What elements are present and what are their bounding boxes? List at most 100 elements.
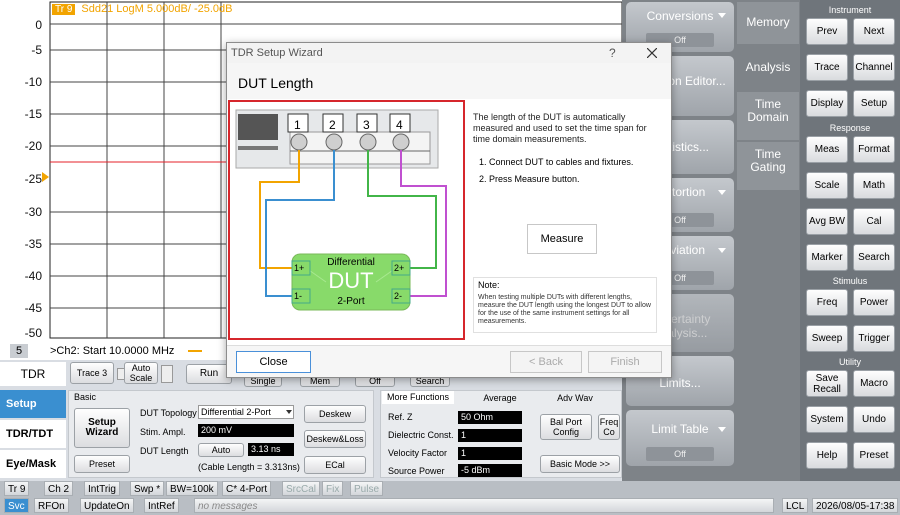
limit-table-button[interactable]: Limit Table Off	[626, 410, 734, 466]
tab-time-gating[interactable]: Time Gating	[737, 142, 799, 190]
status-cal[interactable]: C* 4-Port	[222, 481, 272, 496]
marker-button[interactable]: Marker	[806, 244, 848, 271]
cal-button[interactable]: Cal	[853, 208, 895, 235]
deskew-loss-button[interactable]: Deskew&Loss	[304, 430, 366, 448]
status-intref[interactable]: IntRef	[144, 498, 179, 513]
autoscale-dropdown-icon[interactable]	[161, 365, 173, 383]
tab-setup[interactable]: Setup	[0, 390, 66, 418]
dut-length-field[interactable]: 3.13 ns	[248, 443, 294, 456]
chevron-down-icon	[718, 13, 726, 18]
channel-button[interactable]: Channel	[853, 54, 895, 81]
tab-more-functions[interactable]: More Functions	[382, 391, 454, 404]
trace-header[interactable]: Tr 9 Sdd21 LogM 5.000dB/ -25.0dB	[52, 2, 232, 16]
y-tick: -45	[24, 301, 42, 315]
bal-port-config-button[interactable]: Bal Port Config	[540, 414, 592, 440]
status-svc[interactable]: Svc	[4, 498, 29, 513]
tab-time-domain[interactable]: Time Domain	[737, 92, 799, 140]
stim-ampl-field[interactable]: 200 mV	[198, 424, 294, 437]
display-button[interactable]: Display	[806, 90, 848, 117]
macro-button[interactable]: Macro	[853, 370, 895, 397]
status-trigger[interactable]: IntTrig	[84, 481, 120, 496]
status-trace[interactable]: Tr 9	[4, 481, 30, 496]
ecal-button[interactable]: ECal	[304, 456, 366, 474]
close-button[interactable]: Close	[236, 351, 311, 373]
power-button[interactable]: Power	[853, 289, 895, 316]
deskew-button[interactable]: Deskew	[304, 405, 366, 423]
tab-adv-wav[interactable]: Adv Wav	[545, 393, 605, 403]
measure-button[interactable]: Measure	[527, 224, 597, 254]
avg-bw-button[interactable]: Avg BW	[806, 208, 848, 235]
utility-title: Utility	[839, 357, 861, 367]
instrument-title: Instrument	[828, 5, 872, 15]
back-button[interactable]: < Back	[510, 351, 582, 373]
ref-arrow-icon	[42, 172, 49, 182]
prev-button[interactable]: Prev	[806, 18, 848, 45]
help-button[interactable]: Help	[806, 442, 848, 469]
trigger-button[interactable]: Trigger	[853, 325, 895, 352]
save-recall-button[interactable]: Save Recall	[806, 370, 848, 397]
next-button[interactable]: Next	[853, 18, 895, 45]
freq-co-button[interactable]: Freq Co	[598, 414, 620, 440]
dielectric-field[interactable]: 1	[458, 429, 522, 442]
step-1: 1. Connect DUT to cables and fixtures.	[479, 157, 634, 167]
status-sweep[interactable]: Swp *	[130, 481, 165, 496]
velocity-field[interactable]: 1	[458, 447, 522, 460]
status-messages: no messages	[194, 498, 774, 513]
setup-wizard-button[interactable]: Setup Wizard	[74, 408, 130, 448]
port-label-4: 4	[396, 118, 403, 132]
tab-average[interactable]: Average	[470, 393, 530, 403]
trace-dropdown[interactable]: Trace 3	[70, 362, 114, 384]
format-button[interactable]: Format	[853, 136, 895, 163]
tdr-setup-wizard-dialog: TDR Setup Wizard ? DUT Length 1 2 3 4 Di…	[226, 42, 672, 378]
tab-eye-mask[interactable]: Eye/Mask	[0, 450, 66, 478]
y-tick: -50	[24, 326, 42, 340]
freq-button[interactable]: Freq	[806, 289, 848, 316]
y-tick: -35	[24, 237, 42, 251]
setup-button[interactable]: Setup	[853, 90, 895, 117]
trace-button[interactable]: Trace	[806, 54, 848, 81]
channel-number[interactable]: 5	[10, 344, 28, 358]
pin-1-plus: 1+	[294, 263, 305, 273]
search-button[interactable]: Search	[853, 244, 895, 271]
trace-badge: Tr 9	[52, 3, 76, 15]
stimulus-title: Stimulus	[832, 276, 868, 286]
dielectric-label: Dielectric Const.	[388, 430, 454, 440]
trace-header-text: Sdd21 LogM 5.000dB/ -25.0dB	[81, 3, 233, 15]
step-2: 2. Press Measure button.	[479, 174, 580, 184]
limit-table-state: Off	[646, 447, 714, 461]
status-channel[interactable]: Ch 2	[44, 481, 74, 496]
undo-button[interactable]: Undo	[853, 406, 895, 433]
tab-analysis[interactable]: Analysis	[737, 46, 799, 90]
conversions-label: Conversions	[646, 9, 714, 23]
preset-button[interactable]: Preset	[74, 455, 130, 473]
meas-button[interactable]: Meas	[806, 136, 848, 163]
dialog-titlebar[interactable]: TDR Setup Wizard ?	[227, 43, 671, 63]
close-icon[interactable]	[647, 48, 657, 58]
tab-memory[interactable]: Memory	[737, 2, 799, 44]
status-rfon[interactable]: RFOn	[34, 498, 69, 513]
status-lcl: LCL	[782, 498, 809, 513]
velocity-label: Velocity Factor	[388, 448, 448, 458]
scale-button[interactable]: Scale	[806, 172, 848, 199]
note-title: Note:	[478, 280, 500, 290]
dut-length-description: The length of the DUT is automatically m…	[473, 112, 647, 144]
tab-tdr-tdt[interactable]: TDR/TDT	[0, 420, 66, 448]
status-datetime: 2026/08/05-17:38	[812, 498, 899, 513]
help-icon[interactable]: ?	[609, 46, 616, 60]
ref-z-field[interactable]: 50 Ohm	[458, 411, 522, 424]
finish-button[interactable]: Finish	[588, 351, 662, 373]
source-power-field[interactable]: -5 dBm	[458, 464, 522, 477]
dut-sub-label: 2-Port	[337, 296, 365, 307]
status-bw[interactable]: BW=100k	[166, 481, 218, 496]
dut-title: Differential	[327, 257, 375, 268]
dut-topology-select[interactable]: Differential 2-Port	[198, 405, 294, 419]
status-update[interactable]: UpdateOn	[80, 498, 134, 513]
math-button[interactable]: Math	[853, 172, 895, 199]
y-tick: -30	[24, 205, 42, 219]
system-button[interactable]: System	[806, 406, 848, 433]
preset-hard-button[interactable]: Preset	[853, 442, 895, 469]
sweep-button[interactable]: Sweep	[806, 325, 848, 352]
basic-mode-button[interactable]: Basic Mode >>	[540, 455, 620, 473]
autoscale-button[interactable]: Auto Scale	[124, 362, 158, 384]
dut-length-auto-button[interactable]: Auto	[198, 443, 244, 457]
